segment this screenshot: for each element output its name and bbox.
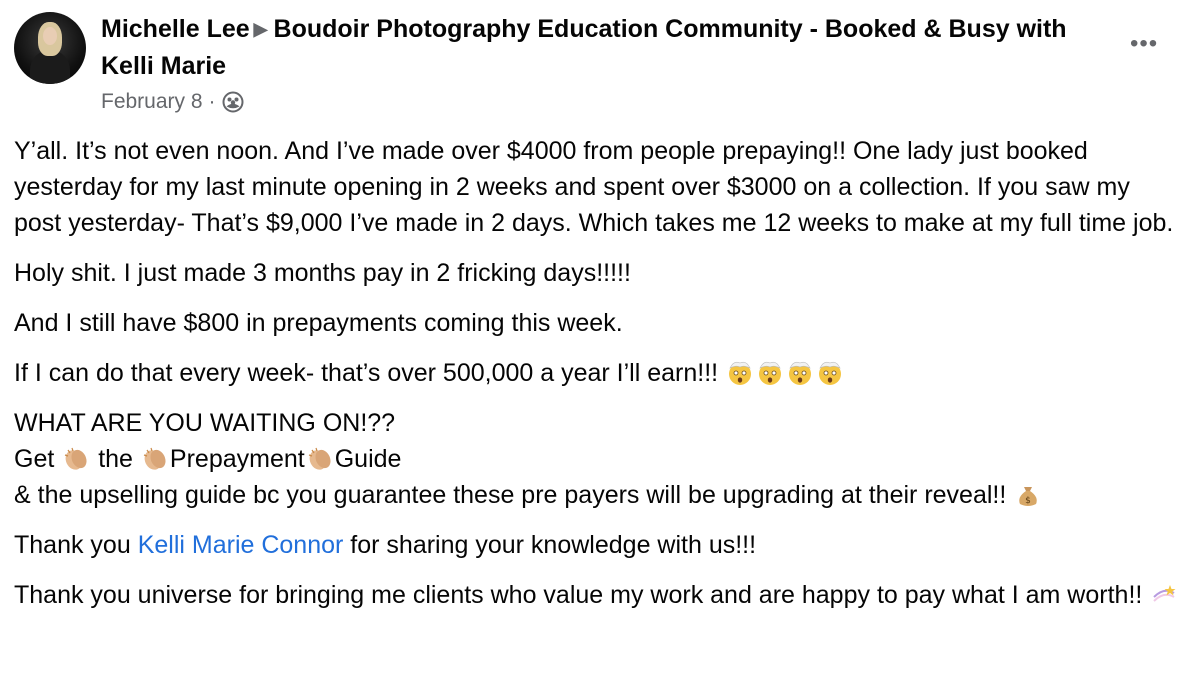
thank-you-text: Thank you [14,531,131,559]
paragraph-2: Holy shit. I just made 3 months pay in 2… [14,259,631,287]
meta-separator: · [208,90,216,113]
post-date[interactable]: February 8 [101,88,203,116]
facebook-post: Michelle Lee ▶ Boudoir Photography Educati… [0,0,1192,698]
more-options-icon[interactable]: ••• [1130,32,1158,56]
paragraph-1: Y’all. It’s not even noon. And I’ve made… [14,137,1174,237]
dizzy-star-emoji-icon [1153,585,1176,602]
paragraph-5-line-2: Get the Prepayment Guide [14,441,1184,477]
exploding-head-emoji-icon [819,361,842,385]
paragraph-4: If I can do that every week- that’s over… [14,355,1184,391]
author-name[interactable]: Michelle Lee [101,15,250,43]
svg-text:$: $ [1025,496,1031,506]
exploding-head-emoji-icon [759,361,782,385]
get-text: Get [14,445,55,473]
exploding-head-emoji-icon [729,361,752,385]
paragraph-4-text: If I can do that every week- that’s over… [14,359,719,387]
clapping-hands-emoji-icon [143,447,166,470]
group-audience-icon[interactable] [222,91,244,113]
clapping-hands-emoji-icon [308,447,331,470]
paragraph-5-line-3: & the upselling guide bc you guarantee t… [14,477,1184,513]
money-bag-emoji-icon: $ [1019,487,1038,506]
the-text: the [98,445,133,473]
tagged-user-link[interactable]: Kelli Marie Connor [138,531,344,559]
paragraph-6: Thank you Kelli Marie Connor for sharing… [14,527,1184,563]
post-meta: February 8 · [101,88,244,116]
paragraph-5-line-3-text: & the upselling guide bc you guarantee t… [14,481,1007,509]
avatar[interactable] [14,12,86,84]
prepayment-text: Prepayment [169,445,305,473]
exploding-head-emoji-icon [789,361,812,385]
paragraph-7-text: Thank you universe for bringing me clien… [14,581,1143,609]
clapping-hands-emoji-icon [65,447,87,470]
paragraph-5-line-1: WHAT ARE YOU WAITING ON!?? [14,409,396,437]
post-header: Michelle Lee ▶ Boudoir Photography Educati… [101,11,1101,85]
paragraph-7: Thank you universe for bringing me clien… [14,577,1184,613]
post-body: Y’all. It’s not even noon. And I’ve made… [14,133,1184,627]
avatar-figure-face [43,27,57,45]
paragraph-3: And I still have $800 in prepayments com… [14,309,623,337]
caret-right-icon: ▶ [253,19,268,39]
thank-you-rest-text: for sharing your knowledge with us!!! [350,531,757,559]
guide-text: Guide [334,445,402,473]
